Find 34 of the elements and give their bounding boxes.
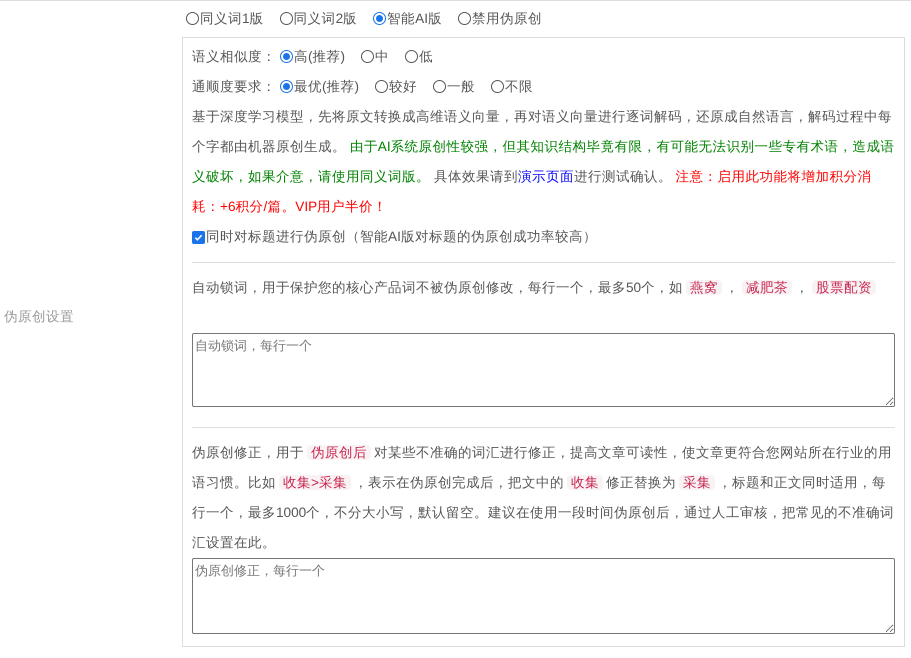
description-text: 伪原创修正，用于 伪原创后 对某些不准确的词汇进行修正，提高文章可读性，使文章更符合您网站所在行业的用语习惯。比如 收集>采集 ，表示在伪原创完成后，把文中的 收集 修正替换为 采集 ，标题和正文同时适用，每行一个，最多1000个，不分大小写，默认留空。建议在使用一段时间伪原创后，通过人工审核，把常见的不准确词汇设置在此。 — [192, 444, 895, 552]
corrections-field[interactable]: 伪原创修正，每行一个 — [192, 558, 895, 634]
radio-label: 中 — [375, 48, 390, 66]
radio-button[interactable] — [361, 50, 374, 64]
radio-button[interactable] — [280, 12, 293, 26]
radio-label: 智能AI版 — [387, 10, 442, 28]
checkbox-label: 同时对标题进行伪原创（智能AI版对标题的伪原创成功率较高） — [206, 228, 597, 246]
lock-words-field[interactable]: 自动锁词，每行一个 — [192, 333, 895, 407]
radio-label: 较好 — [389, 78, 418, 96]
radio-label: 不限 — [505, 78, 534, 96]
radio-label: 高(推荐) — [294, 48, 346, 66]
option-label: 通顺度要求： — [192, 78, 276, 96]
radio-button[interactable] — [375, 80, 388, 94]
demo-page-link[interactable]: 演示页面 — [518, 169, 574, 184]
checkbox[interactable] — [192, 230, 205, 244]
radio-button[interactable] — [458, 12, 471, 26]
radio-label: 同义词2版 — [294, 10, 358, 28]
radio-button[interactable] — [373, 12, 386, 26]
description-text: 自动锁词，用于保护您的核心产品词不被伪原创修改，每行一个，最多50个，如 燕窝 ， 减肥茶 ， 股票配资 — [192, 273, 895, 303]
radio-button[interactable] — [433, 80, 446, 94]
radio-label: 最优(推荐) — [294, 78, 360, 96]
option-label: 语义相似度： — [192, 48, 276, 66]
radio-button[interactable] — [280, 50, 293, 64]
radio-label: 低 — [419, 48, 434, 66]
radio-label: 一般 — [447, 78, 476, 96]
radio-button[interactable] — [491, 80, 504, 94]
checkmark-icon — [194, 232, 203, 242]
description-text: 基于深度学习模型，先将原文转换成高维语义向量，再对语义向量进行逐词解码，还原成自然语言，解码过程中每个字都由机器原创生成。 由于AI系统原创性较强，但其知识结构毕竟有限，有可能无法识别一些专有术语，造成语义破坏，如果介意，请使用同义词版。 具体效果请到演示页面进行测试确认。 注意：启用此功能将增加积分消耗：+6积分/篇。VIP用户半价！ — [192, 108, 895, 216]
radio-label: 禁用伪原创 — [472, 10, 542, 28]
radio-button[interactable] — [280, 80, 293, 94]
section-label: 伪原创设置 — [4, 308, 74, 326]
radio-button[interactable] — [186, 12, 199, 26]
radio-button[interactable] — [405, 50, 418, 64]
radio-label: 同义词1版 — [200, 10, 264, 28]
